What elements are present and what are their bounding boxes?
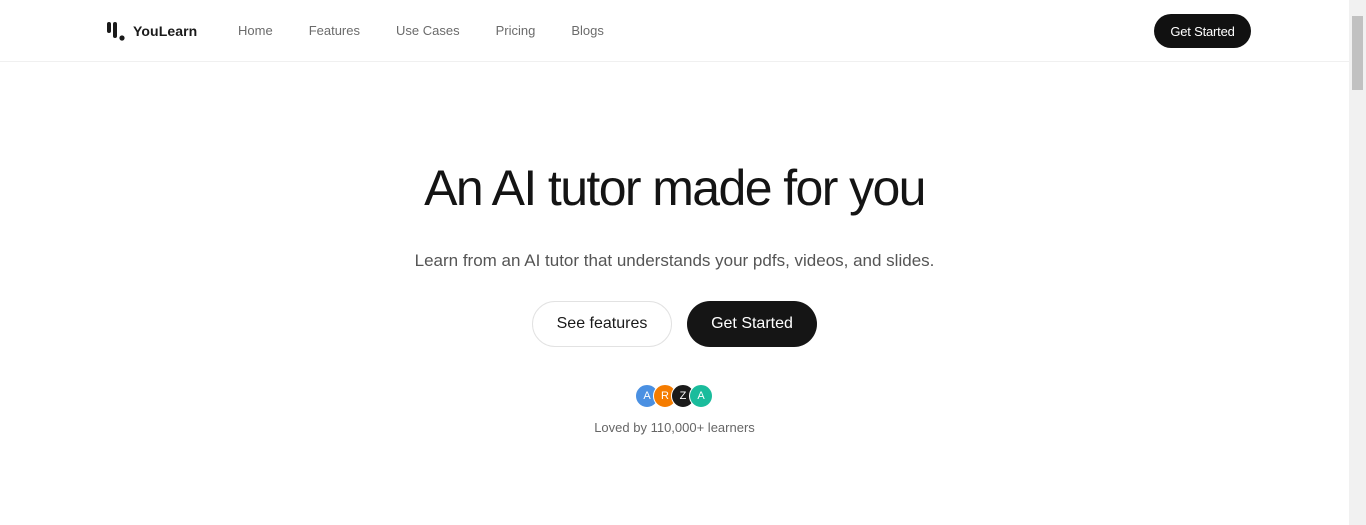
scrollbar-thumb[interactable] [1352, 16, 1363, 90]
nav-item-home[interactable]: Home [238, 22, 273, 39]
top-nav: YouLearn Home Features Use Cases Pricing… [0, 0, 1349, 62]
brand-logo[interactable]: YouLearn [105, 20, 197, 42]
nav-item-blogs[interactable]: Blogs [571, 22, 604, 39]
main-nav: Home Features Use Cases Pricing Blogs [238, 22, 640, 39]
page: YouLearn Home Features Use Cases Pricing… [0, 0, 1366, 525]
brand-name: YouLearn [133, 23, 198, 39]
page-scrollbar[interactable] [1349, 0, 1366, 525]
header-get-started-button[interactable]: Get Started [1154, 14, 1251, 48]
learner-avatars: A R Z A [635, 384, 715, 408]
hero-get-started-button[interactable]: Get Started [687, 301, 817, 347]
nav-item-features[interactable]: Features [309, 22, 360, 39]
youlearn-logo-icon [107, 22, 125, 41]
avatar: A [689, 384, 713, 408]
hero-title: An AI tutor made for you [424, 160, 926, 216]
nav-item-pricing[interactable]: Pricing [496, 22, 536, 39]
see-features-button[interactable]: See features [532, 301, 672, 347]
social-proof-text: Loved by 110,000+ learners [594, 420, 755, 435]
nav-item-use-cases[interactable]: Use Cases [396, 22, 460, 39]
hero-subtitle: Learn from an AI tutor that understands … [414, 251, 935, 270]
